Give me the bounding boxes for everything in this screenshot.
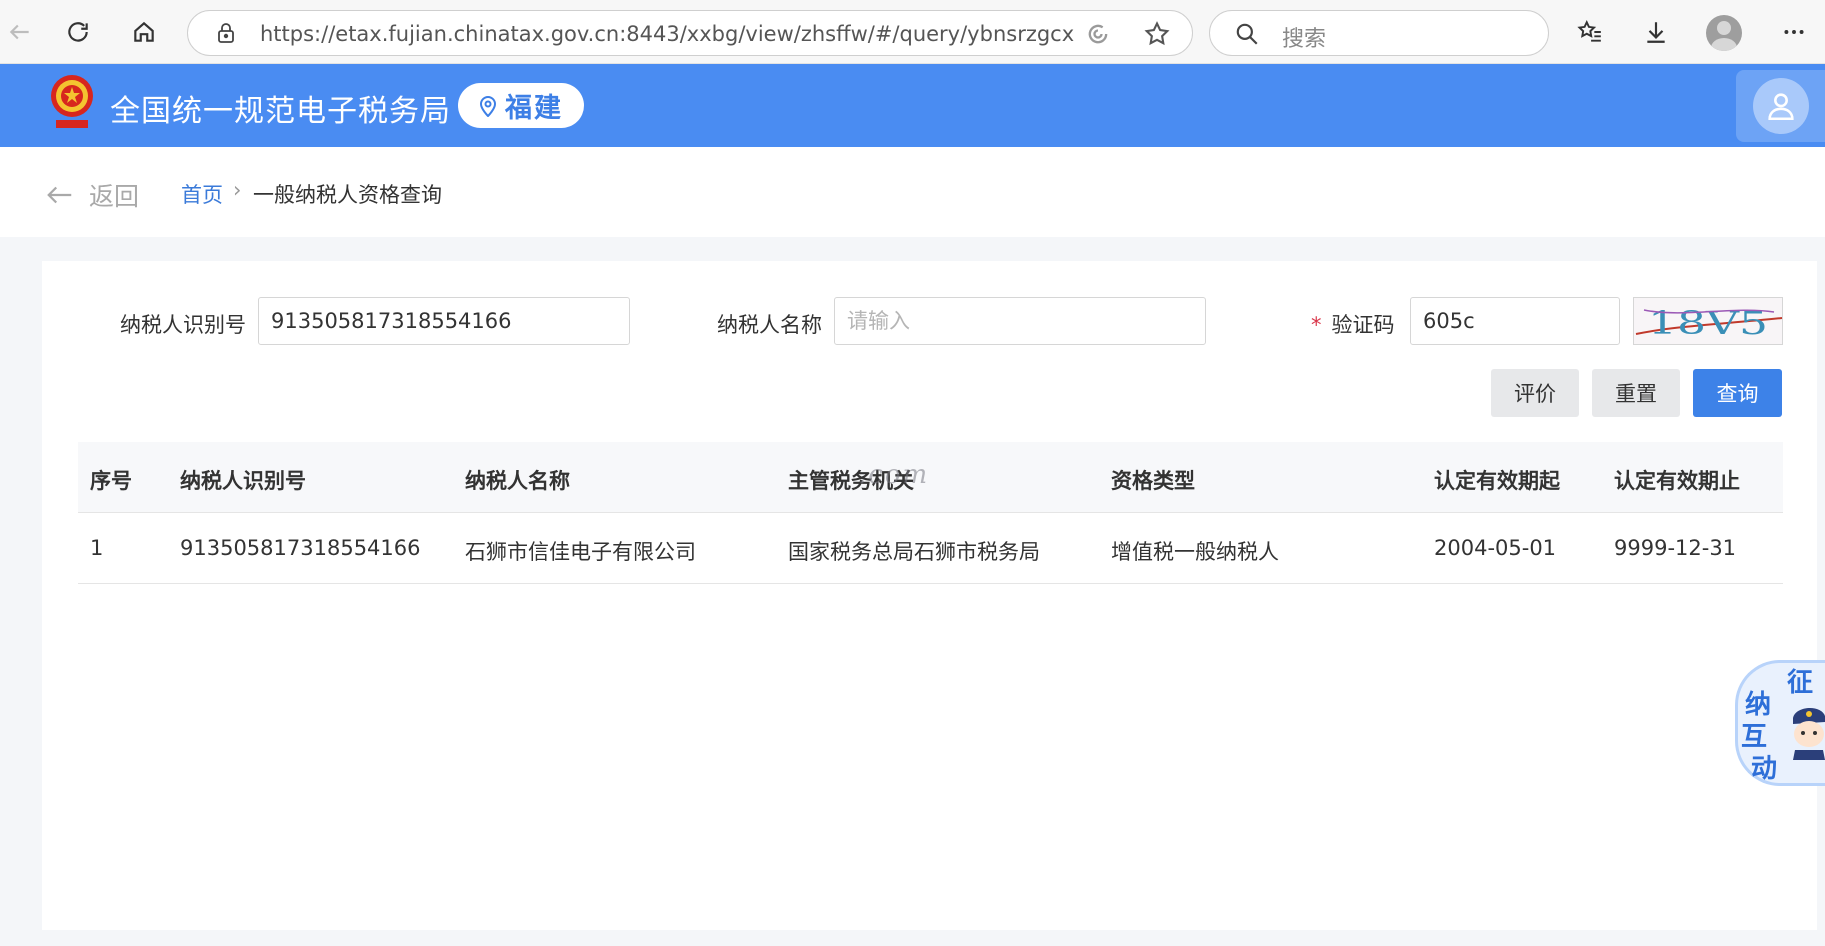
favorite-star-icon[interactable]: [1143, 20, 1171, 48]
address-bar[interactable]: https://etax.fujian.chinatax.gov.cn:8443…: [187, 10, 1193, 56]
breadcrumb-home-link[interactable]: 首页: [181, 179, 223, 209]
reset-button[interactable]: 重置: [1592, 369, 1680, 417]
column-header-valid-from: 认定有效期起: [1434, 469, 1560, 493]
edge-refresh-icon[interactable]: [1084, 20, 1112, 48]
interaction-assistant-widget[interactable]: 征 纳 互 动: [1735, 660, 1825, 786]
captcha-text: 18V5: [1648, 304, 1768, 342]
search-placeholder: 搜索: [1282, 27, 1327, 52]
url-text[interactable]: https://etax.fujian.chinatax.gov.cn:8443…: [260, 22, 1074, 46]
captcha-input[interactable]: [1410, 297, 1620, 345]
taxpayer-id-label: 纳税人识别号: [120, 313, 246, 337]
lock-icon[interactable]: [214, 21, 238, 45]
location-pin-icon: [479, 95, 497, 117]
download-icon[interactable]: [1636, 12, 1676, 52]
profile-avatar-icon[interactable]: [1706, 15, 1742, 51]
column-header-taxpayer-id: 纳税人识别号: [180, 469, 306, 493]
cell-tax-authority: 国家税务总局石狮市税务局: [788, 540, 1040, 564]
more-menu-icon[interactable]: [1774, 12, 1814, 52]
search-icon: [1236, 23, 1258, 45]
user-icon: [1768, 93, 1794, 121]
query-card: [42, 261, 1817, 930]
cell-valid-to: 9999-12-31: [1614, 536, 1737, 560]
column-header-valid-to: 认定有效期止: [1614, 469, 1740, 493]
captcha-label: * 验证码: [1311, 309, 1395, 339]
taxpayer-id-input[interactable]: [258, 297, 630, 345]
back-label: 返回: [89, 182, 140, 211]
required-mark: *: [1311, 313, 1322, 337]
region-selector[interactable]: 福建: [458, 83, 584, 128]
query-button[interactable]: 查询: [1693, 369, 1782, 417]
breadcrumb-separator: ›: [233, 178, 242, 202]
arrow-left-icon: [47, 186, 72, 204]
captcha-label-text: 验证码: [1331, 313, 1395, 337]
taxpayer-name-label: 纳税人名称: [717, 313, 822, 337]
column-header-taxpayer-name: 纳税人名称: [465, 469, 570, 493]
tax-emblem-icon: [51, 75, 93, 128]
reload-icon[interactable]: [58, 12, 98, 52]
cell-taxpayer-id: 913505817318554166: [180, 536, 421, 560]
assistant-char-1: 征: [1787, 668, 1814, 698]
browser-search-box[interactable]: 搜索: [1209, 10, 1549, 56]
captcha-graphic: 18V5: [1635, 304, 1783, 342]
favorites-list-icon[interactable]: [1570, 12, 1610, 52]
cell-qualification-type: 增值税一般纳税人: [1111, 540, 1279, 564]
column-header-index: 序号: [90, 469, 132, 493]
user-login-button[interactable]: [1736, 70, 1825, 142]
taxpayer-name-input[interactable]: [834, 297, 1206, 345]
breadcrumb-current: 一般纳税人资格查询: [253, 183, 442, 207]
column-header-qualification-type: 资格类型: [1111, 469, 1195, 493]
home-icon[interactable]: [124, 12, 164, 52]
site-title[interactable]: 全国统一规范电子税务局: [110, 86, 451, 130]
cell-index: 1: [90, 536, 104, 560]
watermark: .com: [858, 460, 930, 490]
tax-officer-mascot-icon: [1793, 707, 1825, 760]
evaluate-button[interactable]: 评价: [1491, 369, 1579, 417]
captcha-image[interactable]: 18V5: [1633, 297, 1783, 345]
cell-taxpayer-name: 石狮市信佳电子有限公司: [465, 540, 696, 564]
region-label: 福建: [505, 93, 563, 124]
assistant-char-4: 动: [1751, 754, 1778, 784]
back-arrow-icon[interactable]: [0, 12, 40, 52]
cell-valid-from: 2004-05-01: [1434, 536, 1557, 560]
back-button[interactable]: 返回: [45, 177, 139, 213]
